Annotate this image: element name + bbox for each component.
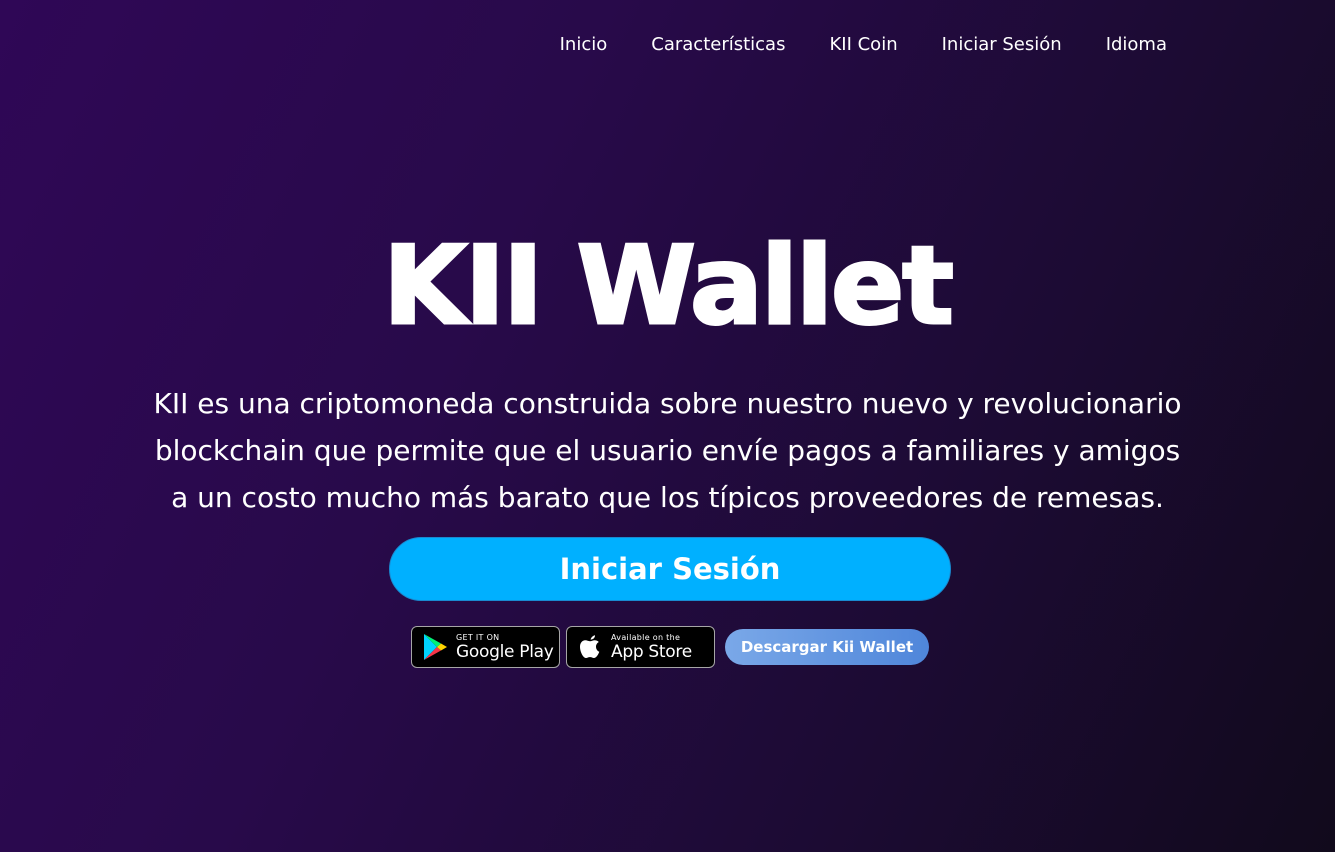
nav-item-idioma[interactable]: Idioma <box>1106 32 1167 58</box>
apple-icon <box>575 632 605 662</box>
nav-item-iniciar-sesion[interactable]: Iniciar Sesión <box>942 32 1062 58</box>
app-store-badge[interactable]: Available on the App Store <box>566 626 715 668</box>
download-wallet-button[interactable]: Descargar Kii Wallet <box>725 629 929 665</box>
nav-item-caracteristicas[interactable]: Características <box>651 32 785 58</box>
login-button[interactable]: Iniciar Sesión <box>389 537 951 601</box>
google-play-caption: GET IT ON <box>456 632 500 642</box>
nav-item-kii-coin[interactable]: KII Coin <box>829 32 897 58</box>
hero-title: KII Wallet <box>382 223 956 351</box>
hero-description: KII es una criptomoneda construida sobre… <box>153 387 1182 514</box>
google-play-icon <box>420 632 450 662</box>
store-badges: GET IT ON Google Play Available on the A… <box>411 626 929 668</box>
nav-item-inicio[interactable]: Inicio <box>560 32 608 58</box>
app-store-label: App Store <box>611 641 692 662</box>
top-nav: Inicio Características KII Coin Iniciar … <box>516 32 1167 58</box>
google-play-label: Google Play <box>456 641 554 662</box>
app-store-caption: Available on the <box>611 632 681 642</box>
google-play-badge[interactable]: GET IT ON Google Play <box>411 626 560 668</box>
